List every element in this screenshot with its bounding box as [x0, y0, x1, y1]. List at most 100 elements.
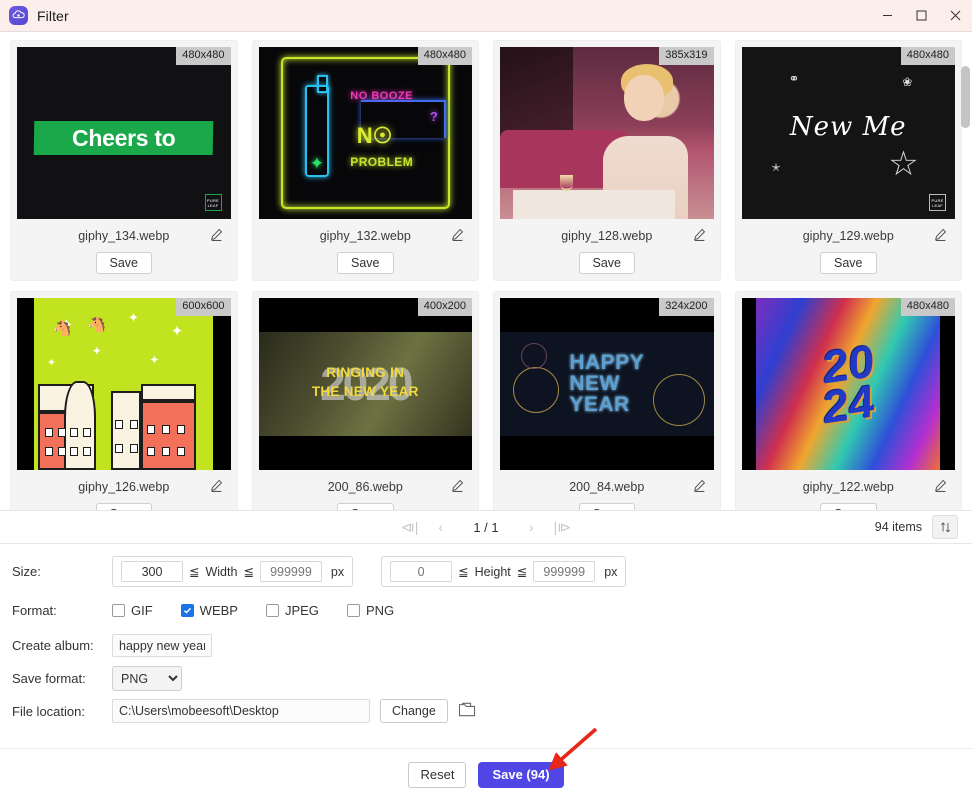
format-checkbox-webp[interactable]: WEBP [180, 603, 238, 618]
format-checkbox-png[interactable]: PNG [346, 603, 395, 618]
size-label: Size: [12, 564, 41, 579]
image-card[interactable]: 2020 RINGING IN THE NEW YEAR 400x200 200_… [251, 291, 479, 510]
width-label: Width [205, 564, 238, 579]
dimension-badge: 480x480 [900, 298, 955, 316]
dimension-badge: 600x600 [176, 298, 231, 316]
width-range-group: ≦ Width ≦ px [112, 556, 354, 587]
file-name: giphy_128.webp [561, 229, 653, 243]
card-meta: giphy_128.webp [500, 228, 714, 245]
thumbnail-art-happy-new-year: HAPPY NEW YEAR [500, 298, 714, 470]
pencil-icon[interactable] [210, 228, 223, 245]
minimize-button[interactable] [870, 0, 904, 32]
pagination-controls: ⧏| ‹ 1 / 1 › |⧐ [0, 519, 972, 536]
window-title: Filter [37, 7, 69, 24]
file-name: giphy_122.webp [802, 480, 894, 494]
file-name: giphy_129.webp [802, 229, 894, 243]
image-card[interactable]: ⚭ ❀ ✭ ☆ New Me PURE LEAF 480x480 giphy_12… [734, 40, 962, 281]
next-page-button[interactable]: › [529, 519, 534, 535]
pencil-icon[interactable] [451, 479, 464, 496]
card-save-button[interactable]: Save [578, 252, 635, 274]
change-location-button[interactable]: Change [380, 699, 448, 723]
pagination-right: 94 items [875, 515, 958, 539]
thumbnail[interactable]: ⚭ ❀ ✭ ☆ New Me PURE LEAF 480x480 [741, 47, 955, 219]
image-card[interactable]: 385x319 giphy_128.webp Save [493, 40, 721, 281]
format-checkbox-gif[interactable]: GIF [112, 603, 153, 618]
checkbox-box[interactable] [112, 604, 125, 617]
format-checkbox-label: WEBP [199, 603, 238, 618]
vertical-scrollbar-thumb[interactable] [961, 66, 970, 128]
card-meta: giphy_132.webp [259, 228, 473, 245]
thumbnail-art-photo [500, 47, 714, 219]
sort-arrows-icon[interactable] [932, 515, 958, 539]
thumbnail[interactable]: ✦ NO BOOZE ? N☉ PROBLEM 480x480 [258, 47, 472, 219]
first-page-button[interactable]: ⧏| [401, 519, 419, 536]
card-meta: giphy_134.webp [17, 228, 231, 245]
size-filter-row: Size: ≦ Width ≦ px ≦ Height ≦ px [12, 556, 960, 587]
file-name: giphy_132.webp [319, 229, 411, 243]
pencil-icon[interactable] [934, 479, 947, 496]
card-save-button[interactable]: Save [820, 252, 877, 274]
create-album-input[interactable] [112, 634, 212, 657]
height-max-input[interactable] [533, 561, 596, 582]
thumbnail[interactable]: 20 24 480x480 [741, 298, 955, 470]
thumbnail[interactable]: ✦ ✦ ✦ ✦ ✦ ✦ 🐴 🐴 600x600 [17, 298, 231, 470]
width-min-input[interactable] [121, 561, 183, 582]
pencil-icon[interactable] [693, 228, 706, 245]
card-save-button[interactable]: Save [95, 252, 152, 274]
reset-button[interactable]: Reset [408, 761, 467, 788]
image-card[interactable]: HAPPYNEWYEAR 324x200 200_84.webp Save [493, 291, 721, 510]
thumbnail[interactable]: 385x319 [500, 47, 714, 219]
card-save-button[interactable]: Save [337, 503, 394, 510]
checkbox-box[interactable] [265, 604, 279, 617]
pencil-icon[interactable] [451, 228, 464, 245]
card-save-button[interactable]: Save [578, 503, 635, 510]
maximize-button[interactable] [904, 0, 938, 32]
dimension-badge: 480x480 [176, 47, 231, 65]
create-album-label: Create album: [12, 638, 94, 653]
file-location-input[interactable] [112, 699, 370, 723]
thumbnail[interactable]: 2020 RINGING IN THE NEW YEAR 400x200 [258, 298, 472, 470]
card-meta: 200_86.webp [259, 479, 473, 496]
format-checkbox-jpeg[interactable]: JPEG [265, 603, 319, 618]
image-card[interactable]: 2024 480x480 giphy_122.webp Save [734, 291, 962, 510]
width-max-input[interactable] [259, 561, 322, 582]
card-meta: giphy_126.webp [17, 479, 231, 496]
image-card[interactable]: ✦ ✦ ✦ ✦ ✦ ✦ 🐴 🐴 600x600 giphy_126.webp [10, 291, 238, 510]
pencil-icon[interactable] [934, 228, 947, 245]
folder-icon[interactable] [458, 702, 476, 720]
thumbnail[interactable]: HAPPY NEW YEAR 324x200 [500, 298, 714, 470]
save-format-label: Save format: [12, 671, 86, 686]
card-meta: 200_84.webp [500, 479, 714, 496]
card-meta: giphy_122.webp [742, 479, 956, 496]
save-all-button[interactable]: Save (94) [478, 761, 564, 788]
card-save-button[interactable]: Save [337, 252, 394, 274]
height-label: Height [474, 564, 511, 579]
thumbnail-art-2024: 20 24 [741, 298, 955, 470]
height-op-left: ≦ [458, 565, 469, 579]
image-card[interactable]: Cheers to PURE LEAF 480x480 giphy_134.web… [10, 40, 238, 281]
image-card[interactable]: ✦ NO BOOZE ? N☉ PROBLEM 480x480 giphy_13… [251, 40, 479, 281]
save-format-select[interactable]: PNG [112, 666, 182, 691]
card-save-button[interactable]: Save [95, 503, 152, 510]
close-button[interactable] [938, 0, 972, 32]
pagination-bar: ⧏| ‹ 1 / 1 › |⧐ 94 items [0, 510, 972, 544]
prev-page-button[interactable]: ‹ [438, 519, 443, 535]
thumbnail-art-neon: ✦ NO BOOZE ? N☉ PROBLEM [258, 47, 472, 219]
height-unit: px [604, 564, 618, 579]
pencil-icon[interactable] [693, 479, 706, 496]
file-name: giphy_134.webp [78, 229, 170, 243]
last-page-button[interactable]: |⧐ [554, 519, 572, 536]
file-location-label: File location: [12, 703, 85, 719]
card-save-button[interactable]: Save [820, 503, 877, 510]
dialog-footer: Reset Save (94) [0, 748, 972, 800]
image-card-grid: Cheers to PURE LEAF 480x480 giphy_134.web… [10, 40, 962, 510]
checkbox-box[interactable] [346, 604, 360, 617]
file-location-row: File location: Change [12, 699, 960, 723]
checkbox-box[interactable] [180, 604, 194, 617]
pencil-icon[interactable] [210, 479, 223, 496]
window-titlebar: Filter [0, 0, 972, 32]
height-min-input[interactable] [390, 561, 453, 582]
thumbnail[interactable]: Cheers to PURE LEAF 480x480 [17, 47, 231, 219]
format-checkbox-label: PNG [365, 603, 395, 618]
dimension-badge: 480x480 [900, 47, 955, 65]
